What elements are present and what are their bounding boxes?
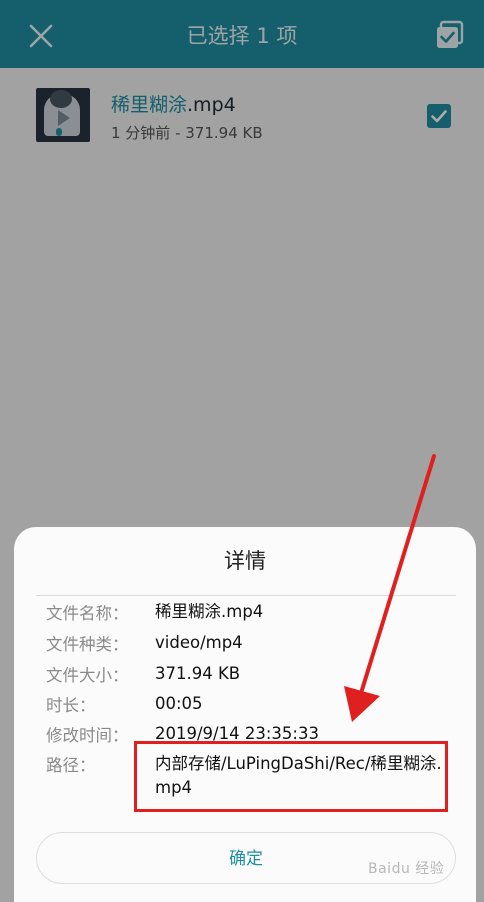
prop-value: 稀里糊涂.mp4 [155,602,264,621]
prop-label: 文件种类： [46,635,129,654]
prop-label: 时长： [46,696,96,715]
prop-value: 371.94 KB [155,664,241,683]
prop-value: video/mp4 [155,633,243,652]
prop-label: 文件大小： [46,666,129,685]
watermark: Baidu 经验 [368,861,445,877]
prop-label: 文件名称： [46,604,129,623]
prop-value: 00:05 [155,694,203,713]
divider [36,595,456,596]
highlight-box [134,741,448,812]
dialog-title: 详情 [224,549,266,573]
